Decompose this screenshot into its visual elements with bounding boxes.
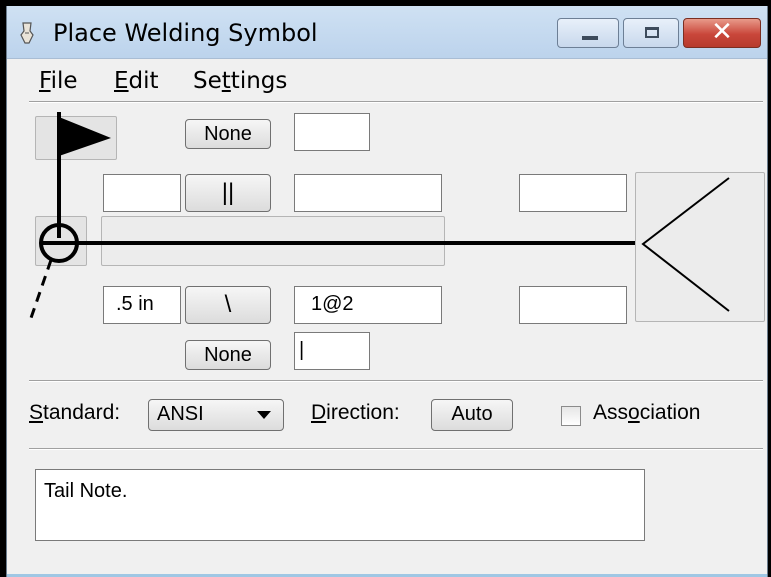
bevel-weld-icon: \ [224, 291, 232, 318]
standard-label: Standard: [29, 401, 121, 424]
menu-bar: File Edit Settings [7, 58, 767, 98]
tail-note-field[interactable]: Tail Note. [35, 469, 645, 541]
direction-button[interactable]: Auto [431, 399, 513, 431]
options-separator [29, 448, 763, 450]
title-bar[interactable]: Place Welding Symbol ✕ [7, 6, 767, 59]
menu-file[interactable]: File [39, 68, 78, 94]
arrow-side-size-field[interactable]: .5 in [103, 286, 181, 324]
menu-edit[interactable]: Edit [114, 68, 159, 94]
welding-torch-icon [20, 22, 34, 44]
arrow-side-finish-field[interactable]: | [294, 332, 370, 370]
standard-dropdown[interactable]: ANSI [148, 399, 284, 431]
symbol-separator [29, 380, 763, 382]
minimize-button[interactable] [557, 18, 619, 48]
tail-button[interactable] [635, 172, 765, 322]
association-label: Association [593, 401, 701, 424]
place-welding-symbol-window: Place Welding Symbol ✕ File Edit Setting… [6, 6, 768, 577]
other-side-length-field[interactable] [294, 174, 442, 212]
other-side-spacing-field[interactable] [519, 174, 627, 212]
arrow-side-weld-type-button[interactable]: \ [185, 286, 271, 324]
other-side-finish-field[interactable] [294, 113, 370, 151]
arrow-side-spacing-field[interactable] [519, 286, 627, 324]
direction-label: Direction: [311, 401, 400, 424]
arrow-side-contour-button[interactable]: None [185, 340, 271, 370]
flag-button[interactable] [35, 116, 117, 160]
arrow-leader-line [29, 259, 53, 319]
maximize-button[interactable] [623, 18, 679, 48]
chevron-down-icon [257, 411, 271, 419]
maximize-icon [645, 27, 659, 38]
other-side-size-field[interactable] [103, 174, 181, 212]
menu-settings[interactable]: Settings [193, 68, 287, 94]
close-icon: ✕ [711, 17, 733, 47]
other-side-weld-type-button[interactable]: || [185, 174, 271, 212]
other-side-contour-button[interactable]: None [185, 119, 271, 149]
weld-all-around-button[interactable] [35, 216, 87, 266]
close-button[interactable]: ✕ [683, 17, 761, 48]
menu-separator [29, 101, 763, 103]
minimize-icon [582, 36, 598, 40]
window-title: Place Welding Symbol [53, 19, 318, 47]
arrow-side-length-pitch-field[interactable]: 1@2 [294, 286, 442, 324]
reference-line-area[interactable] [101, 216, 445, 266]
association-checkbox[interactable] [561, 406, 581, 426]
